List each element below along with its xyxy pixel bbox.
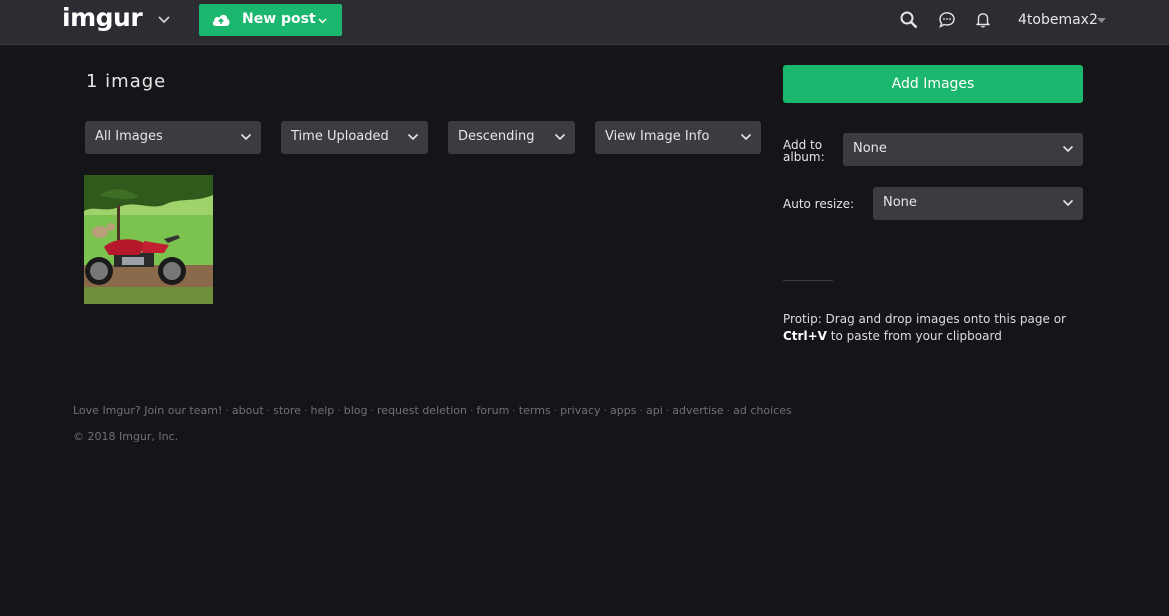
copyright-text: © 2018 Imgur, Inc. (73, 430, 179, 443)
chevron-down-icon (740, 133, 752, 141)
add-images-button[interactable]: Add Images (783, 65, 1083, 103)
footer-link-forum[interactable]: forum (476, 404, 509, 417)
caret-down-icon[interactable] (1097, 18, 1106, 24)
footer-separator: · (665, 404, 670, 417)
username-menu[interactable]: 4tobemax2 (1018, 12, 1098, 28)
chevron-down-icon (240, 133, 252, 141)
chevron-down-icon (1062, 199, 1074, 207)
footer-links: Love Imgur? Join our team! · about · store · h… (73, 404, 792, 417)
footer-link-terms[interactable]: terms (519, 404, 551, 417)
imgur-logo[interactable]: imgur (62, 3, 143, 32)
top-navigation-bar: imgur New post 4tobemax2 (0, 0, 1169, 45)
sort-field-dropdown[interactable]: Time Uploaded (281, 121, 428, 154)
footer-separator: · (337, 404, 341, 417)
footer-separator: · (726, 404, 731, 417)
footer-link-help[interactable]: help (310, 404, 334, 417)
chevron-down-icon (407, 133, 419, 141)
footer-link-apps[interactable]: apps (610, 404, 636, 417)
view-mode-dropdown[interactable]: View Image Info (595, 121, 761, 154)
view-mode-value: View Image Info (605, 129, 710, 144)
footer-link-advertise[interactable]: advertise (672, 404, 723, 417)
album-select[interactable]: None (843, 133, 1083, 166)
footer-separator: · (266, 404, 271, 417)
footer-link-request-deletion[interactable]: request deletion (377, 404, 467, 417)
auto-resize-label: Auto resize: (783, 197, 855, 211)
footer-link-jobs[interactable]: Love Imgur? Join our team! (73, 404, 222, 417)
new-post-button[interactable]: New post (199, 4, 342, 36)
image-count-heading: 1 image (86, 71, 167, 92)
filter-scope-value: All Images (95, 129, 163, 144)
protip-shortcut: Ctrl+V (783, 329, 827, 343)
chevron-down-icon (1062, 145, 1074, 153)
footer-separator: · (303, 404, 308, 417)
protip-intro: Protip: Drag and drop images onto this p… (783, 312, 1066, 326)
protip-text: Protip: Drag and drop images onto this p… (783, 311, 1083, 345)
footer-link-blog[interactable]: blog (344, 404, 368, 417)
chat-icon[interactable] (936, 9, 958, 31)
footer-separator: · (469, 404, 474, 417)
protip-suffix: to paste from your clipboard (830, 329, 1002, 343)
footer-separator: · (639, 404, 643, 417)
footer-link-privacy[interactable]: privacy (560, 404, 600, 417)
sort-order-value: Descending (458, 129, 535, 144)
footer-separator: · (553, 404, 558, 417)
footer-link-store[interactable]: store (273, 404, 301, 417)
filter-scope-dropdown[interactable]: All Images (85, 121, 261, 154)
footer-link-ad-choices[interactable]: ad choices (733, 404, 792, 417)
footer-separator: · (225, 404, 229, 417)
add-to-album-label: Add to album: (783, 138, 825, 164)
sidebar-divider (783, 280, 833, 281)
footer-link-about[interactable]: about (232, 404, 264, 417)
footer-separator: · (603, 404, 608, 417)
auto-resize-value: None (883, 195, 917, 210)
upload-cloud-icon (212, 14, 230, 26)
chevron-down-icon (554, 133, 566, 141)
new-post-label: New post (242, 11, 316, 27)
album-select-value: None (853, 141, 887, 156)
footer-separator: · (512, 404, 516, 417)
footer-link-api[interactable]: api (646, 404, 663, 417)
chevron-down-icon (318, 18, 327, 24)
chevron-down-icon[interactable] (156, 12, 172, 28)
search-icon[interactable] (898, 9, 920, 31)
image-thumbnail[interactable] (84, 175, 213, 304)
sort-field-value: Time Uploaded (291, 129, 389, 144)
sort-order-dropdown[interactable]: Descending (448, 121, 575, 154)
footer-separator: · (370, 404, 375, 417)
auto-resize-select[interactable]: None (873, 187, 1083, 220)
bell-icon[interactable] (972, 9, 994, 31)
